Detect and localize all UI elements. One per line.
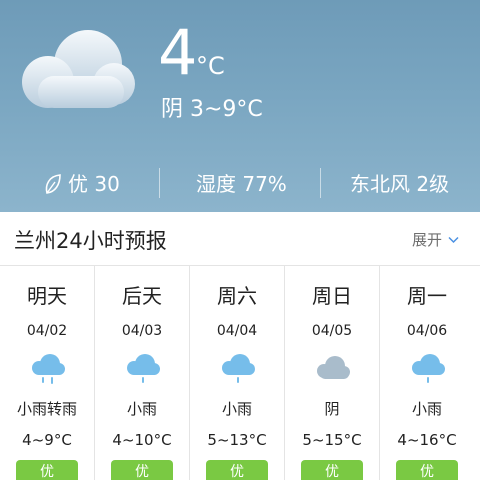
cloudy-icon — [22, 30, 135, 108]
expand-label: 展开 — [412, 231, 443, 249]
temperature-unit: °C — [196, 52, 225, 80]
rain-icon — [222, 354, 255, 383]
aqi-badge: 优 — [206, 460, 268, 480]
day-name: 周六 — [217, 284, 257, 308]
day-date: 04/02 — [26, 323, 68, 339]
rain-icon — [412, 354, 445, 383]
day-name: 明天 — [27, 284, 67, 308]
forecast-day[interactable]: 周日 04/05 阴 5~15°C 优 — [285, 266, 379, 480]
forecast-panel: 兰州24小时预报 展开 明天 04/02 小雨转雨 4~9°C 优 后天 04/… — [0, 212, 480, 480]
day-condition: 阴 — [324, 400, 340, 418]
rain-icon — [127, 354, 160, 383]
humidity-value: 湿度 77% — [196, 172, 287, 196]
day-condition: 小雨 — [411, 400, 442, 418]
day-name: 周日 — [312, 284, 352, 308]
aqi-badge: 优 — [301, 460, 363, 480]
wind-value: 东北风 2级 — [350, 172, 450, 196]
day-date: 04/03 — [121, 323, 163, 339]
day-name: 周一 — [407, 284, 447, 308]
day-condition: 小雨转雨 — [16, 400, 77, 418]
day-temperature-range: 4~10°C — [112, 431, 172, 449]
expand-button[interactable]: 展开 — [412, 230, 459, 250]
forecast-title: 兰州24小时预报 — [14, 229, 167, 253]
current-temperature: 4 — [158, 16, 198, 89]
rain-icon — [32, 354, 65, 384]
aqi-value: 优 30 — [68, 172, 120, 196]
day-date: 04/05 — [311, 323, 353, 339]
day-condition: 小雨 — [126, 400, 157, 418]
aqi-metric: 优 30 — [44, 170, 120, 198]
day-date: 04/04 — [216, 323, 258, 339]
day-temperature-range: 4~16°C — [397, 431, 457, 449]
cloudy-icon — [317, 356, 350, 379]
metric-divider — [320, 168, 321, 198]
current-weather-panel: 4 °C 阴 3~9°C 优 30 湿度 77% 东北风 2级 — [0, 0, 480, 212]
aqi-badge: 优 — [396, 460, 458, 480]
day-temperature-range: 5~13°C — [207, 431, 267, 449]
metrics-bar: 优 30 湿度 77% 东北风 2级 — [0, 164, 480, 204]
metric-divider — [159, 168, 160, 198]
aqi-badge: 优 — [16, 460, 78, 480]
day-temperature-range: 4~9°C — [22, 431, 72, 449]
current-condition-range: 阴 3~9°C — [161, 97, 263, 122]
forecast-day[interactable]: 周六 04/04 小雨 5~13°C 优 — [190, 266, 284, 480]
day-temperature-range: 5~15°C — [302, 431, 362, 449]
leaf-icon — [45, 174, 61, 194]
forecast-day[interactable]: 周一 04/06 小雨 4~16°C 优 — [380, 266, 474, 480]
day-condition: 小雨 — [221, 400, 252, 418]
aqi-badge: 优 — [111, 460, 173, 480]
wind-metric: 东北风 2级 — [350, 170, 449, 198]
forecast-day[interactable]: 后天 04/03 小雨 4~10°C 优 — [95, 266, 189, 480]
day-name: 后天 — [122, 284, 162, 308]
humidity-metric: 湿度 77% — [196, 170, 287, 198]
day-date: 04/06 — [406, 323, 448, 339]
chevron-down-icon — [448, 236, 459, 244]
forecast-day[interactable]: 明天 04/02 小雨转雨 4~9°C 优 — [0, 266, 94, 480]
